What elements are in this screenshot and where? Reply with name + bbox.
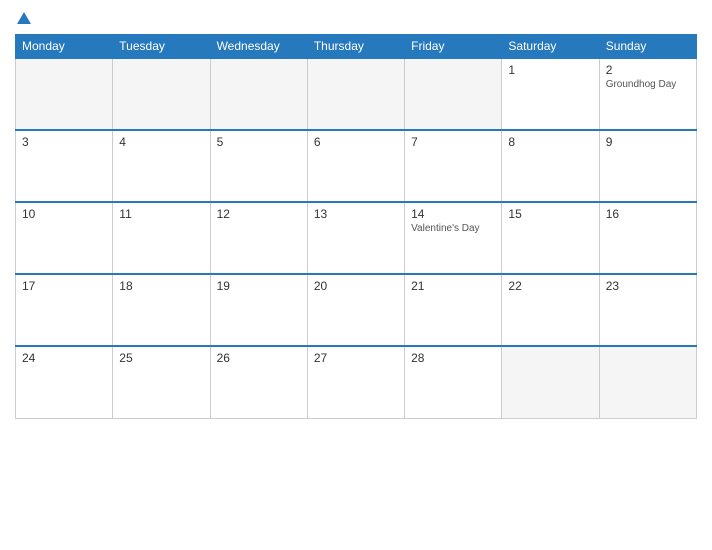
calendar-cell: 3 bbox=[16, 130, 113, 202]
calendar-cell: 18 bbox=[113, 274, 210, 346]
calendar-table: MondayTuesdayWednesdayThursdayFridaySatu… bbox=[15, 34, 697, 419]
calendar-cell: 8 bbox=[502, 130, 599, 202]
day-number: 15 bbox=[508, 207, 592, 221]
weekday-header-saturday: Saturday bbox=[502, 35, 599, 59]
logo-line1 bbox=[15, 10, 31, 26]
day-number: 12 bbox=[217, 207, 301, 221]
calendar-cell: 9 bbox=[599, 130, 696, 202]
calendar-cell bbox=[307, 58, 404, 130]
calendar-cell: 7 bbox=[405, 130, 502, 202]
day-event: Groundhog Day bbox=[606, 79, 690, 90]
calendar-cell: 10 bbox=[16, 202, 113, 274]
calendar-row-1: 3456789 bbox=[16, 130, 697, 202]
logo bbox=[15, 10, 31, 26]
calendar-cell: 11 bbox=[113, 202, 210, 274]
day-number: 18 bbox=[119, 279, 203, 293]
calendar-cell bbox=[502, 346, 599, 418]
calendar-cell: 1 bbox=[502, 58, 599, 130]
day-number: 24 bbox=[22, 351, 106, 365]
calendar-cell bbox=[405, 58, 502, 130]
day-number: 13 bbox=[314, 207, 398, 221]
calendar-cell: 12 bbox=[210, 202, 307, 274]
weekday-header-row: MondayTuesdayWednesdayThursdayFridaySatu… bbox=[16, 35, 697, 59]
calendar-cell: 26 bbox=[210, 346, 307, 418]
calendar-cell bbox=[599, 346, 696, 418]
day-number: 9 bbox=[606, 135, 690, 149]
day-number: 19 bbox=[217, 279, 301, 293]
calendar-cell: 24 bbox=[16, 346, 113, 418]
day-number: 21 bbox=[411, 279, 495, 293]
calendar-cell: 6 bbox=[307, 130, 404, 202]
header bbox=[15, 10, 697, 26]
calendar-page: MondayTuesdayWednesdayThursdayFridaySatu… bbox=[0, 0, 712, 550]
weekday-header-friday: Friday bbox=[405, 35, 502, 59]
day-number: 3 bbox=[22, 135, 106, 149]
calendar-cell: 4 bbox=[113, 130, 210, 202]
day-number: 14 bbox=[411, 207, 495, 221]
day-number: 17 bbox=[22, 279, 106, 293]
calendar-cell: 15 bbox=[502, 202, 599, 274]
calendar-row-2: 10 11 12 13 14 Valentine's Day 15 16 bbox=[16, 202, 697, 274]
calendar-cell: 17 bbox=[16, 274, 113, 346]
day-number: 5 bbox=[217, 135, 301, 149]
calendar-cell: 21 bbox=[405, 274, 502, 346]
calendar-row-0: 12 Groundhog Day bbox=[16, 58, 697, 130]
day-number: 22 bbox=[508, 279, 592, 293]
weekday-header-sunday: Sunday bbox=[599, 35, 696, 59]
weekday-header-wednesday: Wednesday bbox=[210, 35, 307, 59]
calendar-cell bbox=[113, 58, 210, 130]
day-number: 8 bbox=[508, 135, 592, 149]
calendar-cell: 25 bbox=[113, 346, 210, 418]
day-number: 16 bbox=[606, 207, 690, 221]
calendar-cell: 5 bbox=[210, 130, 307, 202]
calendar-row-4: 24 25 26 27 28 bbox=[16, 346, 697, 418]
day-number: 6 bbox=[314, 135, 398, 149]
calendar-cell: 22 bbox=[502, 274, 599, 346]
weekday-header-monday: Monday bbox=[16, 35, 113, 59]
day-number: 4 bbox=[119, 135, 203, 149]
day-number: 1 bbox=[508, 63, 592, 77]
calendar-cell: 13 bbox=[307, 202, 404, 274]
calendar-cell: 27 bbox=[307, 346, 404, 418]
day-number: 7 bbox=[411, 135, 495, 149]
logo-triangle-icon bbox=[17, 12, 31, 24]
calendar-cell: 28 bbox=[405, 346, 502, 418]
calendar-cell: 20 bbox=[307, 274, 404, 346]
calendar-cell: 19 bbox=[210, 274, 307, 346]
day-number: 20 bbox=[314, 279, 398, 293]
calendar-cell bbox=[210, 58, 307, 130]
calendar-cell: 14 Valentine's Day bbox=[405, 202, 502, 274]
weekday-header-tuesday: Tuesday bbox=[113, 35, 210, 59]
day-number: 23 bbox=[606, 279, 690, 293]
day-number: 27 bbox=[314, 351, 398, 365]
calendar-cell: 2 Groundhog Day bbox=[599, 58, 696, 130]
day-number: 26 bbox=[217, 351, 301, 365]
weekday-header-thursday: Thursday bbox=[307, 35, 404, 59]
day-number: 11 bbox=[119, 207, 203, 221]
calendar-cell bbox=[16, 58, 113, 130]
calendar-cell: 16 bbox=[599, 202, 696, 274]
day-number: 25 bbox=[119, 351, 203, 365]
day-event: Valentine's Day bbox=[411, 223, 495, 234]
calendar-row-3: 17 18 19 20 21 22 23 bbox=[16, 274, 697, 346]
day-number: 10 bbox=[22, 207, 106, 221]
day-number: 28 bbox=[411, 351, 495, 365]
day-number: 2 bbox=[606, 63, 690, 77]
calendar-cell: 23 bbox=[599, 274, 696, 346]
